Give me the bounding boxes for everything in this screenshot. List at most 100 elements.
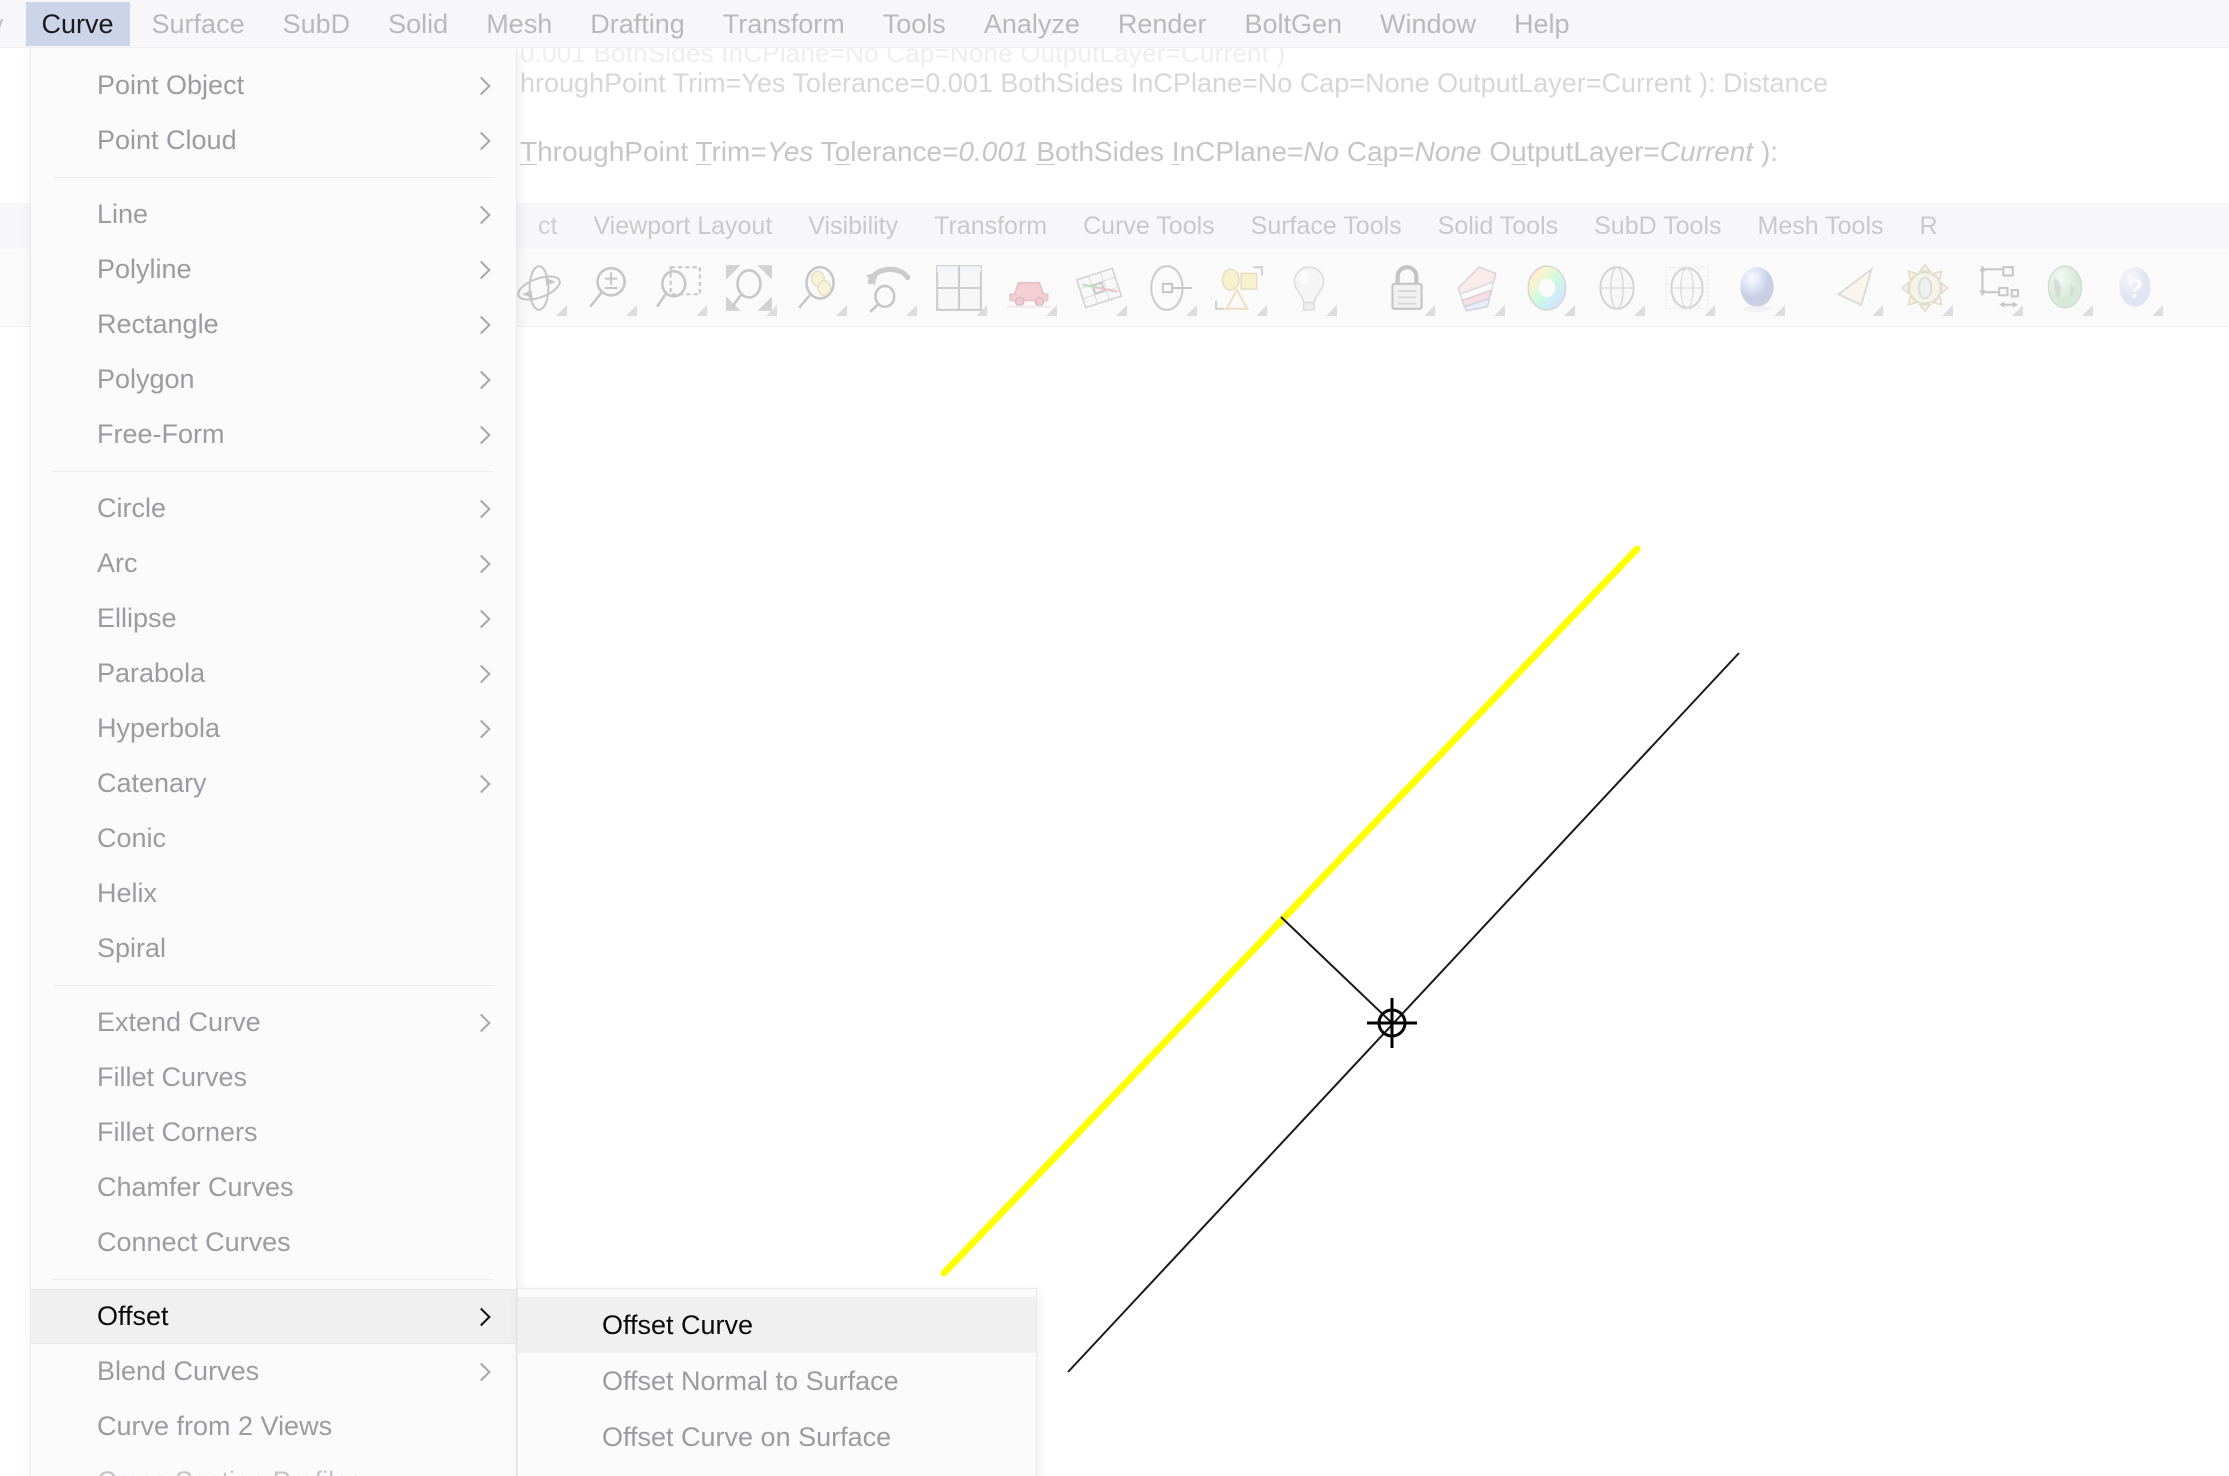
menubar-item-tools[interactable]: Tools xyxy=(867,2,962,46)
menubar-item-surface[interactable]: Surface xyxy=(136,2,261,46)
menu-item-extend-curve[interactable]: Extend Curve xyxy=(31,995,516,1050)
menu-item-connect-curves[interactable]: Connect Curves xyxy=(31,1215,516,1270)
four-viewport-layout-icon[interactable] xyxy=(930,259,988,317)
menubar-item-help[interactable]: Help xyxy=(1498,2,1586,46)
prompt-segment[interactable]: Yes xyxy=(767,136,814,167)
prompt-segment[interactable]: T xyxy=(520,136,537,167)
flyout-arrow-icon[interactable] xyxy=(2152,305,2163,316)
toolbar-tab-curve-tools[interactable]: Curve Tools xyxy=(1065,212,1233,241)
flyout-arrow-icon[interactable] xyxy=(766,305,777,316)
prompt-segment[interactable]: C xyxy=(1339,136,1367,167)
flyout-arrow-icon[interactable] xyxy=(1634,305,1645,316)
menu-item-point-cloud[interactable]: Point Cloud xyxy=(31,113,516,168)
selected-curve[interactable] xyxy=(944,549,1637,1273)
prompt-segment[interactable]: T xyxy=(695,136,711,167)
rotate-view-axis-icon[interactable] xyxy=(1140,259,1198,317)
prompt-segment[interactable]: No xyxy=(1303,136,1339,167)
flyout-arrow-icon[interactable] xyxy=(1424,305,1435,316)
menu-item-catenary[interactable]: Catenary xyxy=(31,756,516,811)
menubar-item-render[interactable]: Render xyxy=(1102,2,1223,46)
flyout-arrow-icon[interactable] xyxy=(1872,305,1883,316)
menu-item-hyperbola[interactable]: Hyperbola xyxy=(31,701,516,756)
menubar-item-curve[interactable]: Curve xyxy=(26,2,130,46)
prompt-segment[interactable]: hroughPoint xyxy=(537,136,695,167)
toolbar-tab-visibility[interactable]: Visibility xyxy=(790,212,916,241)
menu-item-parabola[interactable]: Parabola xyxy=(31,646,516,701)
zoom-window-icon[interactable] xyxy=(650,259,708,317)
ghosted-view-icon[interactable] xyxy=(1658,259,1716,317)
menu-item-fillet-curves[interactable]: Fillet Curves xyxy=(31,1050,516,1105)
prompt-segment[interactable]: a xyxy=(1367,136,1383,167)
submenu-item-offset-normal-to-surface[interactable]: Offset Normal to Surface xyxy=(518,1353,1036,1409)
flyout-arrow-icon[interactable] xyxy=(556,305,567,316)
prompt-segment[interactable]: None xyxy=(1415,136,1482,167)
help-icon[interactable]: ? xyxy=(2106,259,2164,317)
zoom-in-out-icon[interactable] xyxy=(580,259,638,317)
rotate-view-icon[interactable] xyxy=(510,259,568,317)
prompt-segment[interactable]: rim= xyxy=(711,136,766,167)
light-bulb-icon[interactable] xyxy=(1280,259,1338,317)
main-menu-bar[interactable]: v CurveSurfaceSubDSolidMeshDraftingTrans… xyxy=(0,0,2229,48)
flyout-arrow-icon[interactable] xyxy=(2082,305,2093,316)
menu-item-polygon[interactable]: Polygon xyxy=(31,352,516,407)
flyout-arrow-icon[interactable] xyxy=(1046,305,1057,316)
menubar-item-subd[interactable]: SubD xyxy=(267,2,367,46)
submenu-item-offset-curve[interactable]: Offset Curve xyxy=(518,1297,1036,1353)
menubar-item-boltgen[interactable]: BoltGen xyxy=(1228,2,1358,46)
menubar-item-solid[interactable]: Solid xyxy=(372,2,464,46)
menubar-item-partial[interactable]: v xyxy=(0,2,20,46)
prompt-segment[interactable]: I xyxy=(1172,136,1180,167)
prompt-segment[interactable]: tputLayer= xyxy=(1527,136,1660,167)
menu-item-line[interactable]: Line xyxy=(31,187,516,242)
menu-item-ellipse[interactable]: Ellipse xyxy=(31,591,516,646)
color-wheel-icon[interactable] xyxy=(1518,259,1576,317)
zoom-selected-icon[interactable] xyxy=(790,259,848,317)
menu-item-arc[interactable]: Arc xyxy=(31,536,516,591)
menu-item-spiral[interactable]: Spiral xyxy=(31,921,516,976)
toolbar-tab-solid-tools[interactable]: Solid Tools xyxy=(1420,212,1576,241)
flyout-arrow-icon[interactable] xyxy=(1494,305,1505,316)
prompt-segment[interactable]: nCPlane= xyxy=(1180,136,1304,167)
rendered-view-icon[interactable] xyxy=(1728,259,1786,317)
submenu-item-ribbon-offset[interactable]: Ribbon Offset xyxy=(518,1465,1036,1476)
toolbar-tab-surface-tools[interactable]: Surface Tools xyxy=(1233,212,1420,241)
menu-item-polyline[interactable]: Polyline xyxy=(31,242,516,297)
prompt-segment[interactable]: o xyxy=(835,136,851,167)
toolbar-tab-subd-tools[interactable]: SubD Tools xyxy=(1576,212,1739,241)
shaded-view-icon[interactable] xyxy=(1588,259,1646,317)
submenu-item-offset-curve-on-surface[interactable]: Offset Curve on Surface xyxy=(518,1409,1036,1465)
menu-item-helix[interactable]: Helix xyxy=(31,866,516,921)
prompt-segment[interactable]: O xyxy=(1482,136,1512,167)
flyout-arrow-icon[interactable] xyxy=(976,305,987,316)
flyout-arrow-icon[interactable] xyxy=(696,305,707,316)
menu-item-fillet-corners[interactable]: Fillet Corners xyxy=(31,1105,516,1160)
layers-material-icon[interactable] xyxy=(1448,259,1506,317)
prompt-segment[interactable]: T xyxy=(813,136,834,167)
menu-item-offset[interactable]: Offset xyxy=(31,1289,516,1344)
named-view-icon[interactable] xyxy=(1000,259,1058,317)
lock-object-icon[interactable] xyxy=(1378,259,1436,317)
menubar-item-transform[interactable]: Transform xyxy=(707,2,861,46)
prompt-segment[interactable]: ): xyxy=(1753,136,1778,167)
menu-item-chamfer-curves[interactable]: Chamfer Curves xyxy=(31,1160,516,1215)
flyout-arrow-icon[interactable] xyxy=(1704,305,1715,316)
menu-item-point-object[interactable]: Point Object xyxy=(31,58,516,113)
prompt-segment[interactable]: Current xyxy=(1660,136,1753,167)
prompt-segment[interactable]: lerance= xyxy=(850,136,958,167)
toolbar-tab-viewport-layout[interactable]: Viewport Layout xyxy=(575,212,790,241)
toolbar-tab-transform[interactable]: Transform xyxy=(916,212,1065,241)
set-cplane-icon[interactable] xyxy=(1070,259,1128,317)
environment-icon[interactable] xyxy=(2036,259,2094,317)
flyout-arrow-icon[interactable] xyxy=(1774,305,1785,316)
offset-submenu[interactable]: Offset CurveOffset Normal to SurfaceOffs… xyxy=(517,1288,1037,1476)
show-objects-icon[interactable] xyxy=(1210,259,1268,317)
menu-item-curve-from-2-views[interactable]: Curve from 2 Views xyxy=(31,1399,516,1454)
toolbar-tab-r[interactable]: R xyxy=(1902,212,1956,241)
menu-item-conic[interactable]: Conic xyxy=(31,811,516,866)
menubar-item-analyze[interactable]: Analyze xyxy=(968,2,1096,46)
flyout-arrow-icon[interactable] xyxy=(1186,305,1197,316)
flyout-arrow-icon[interactable] xyxy=(2012,305,2023,316)
menu-item-free-form[interactable]: Free-Form xyxy=(31,407,516,462)
menu-item-blend-curves[interactable]: Blend Curves xyxy=(31,1344,516,1399)
menubar-item-mesh[interactable]: Mesh xyxy=(470,2,568,46)
